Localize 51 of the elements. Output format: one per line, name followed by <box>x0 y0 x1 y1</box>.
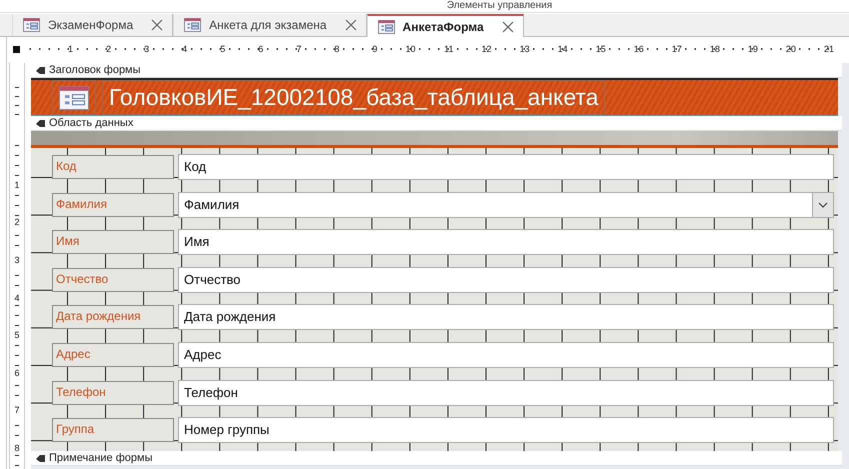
close-icon[interactable] <box>502 20 514 32</box>
text-box[interactable]: Адрес <box>178 342 834 368</box>
form-icon <box>184 18 202 32</box>
ruler-mark: 10 <box>404 44 416 54</box>
text-box[interactable]: Номер группы <box>178 417 834 444</box>
text-box[interactable]: Имя <box>178 229 834 256</box>
document-tab[interactable]: Анкета для экзамена <box>173 14 367 36</box>
ruler-mark: 1 <box>67 44 74 54</box>
section-marker-icon <box>35 66 46 74</box>
select-form-box[interactable] <box>13 46 20 52</box>
ruler-mark: 13 <box>518 44 530 54</box>
chevron-down-icon <box>818 202 828 208</box>
section-marker-icon <box>35 454 46 462</box>
section-bar[interactable]: Заголовок формы <box>31 63 842 78</box>
form-icon <box>59 86 89 110</box>
ruler-mark: 11 <box>443 44 454 54</box>
text-box[interactable]: Дата рождения <box>178 304 834 330</box>
form-logo[interactable] <box>52 80 96 115</box>
close-icon[interactable] <box>151 19 164 31</box>
form-icon <box>23 18 40 32</box>
ruler-mark: 18 <box>708 44 720 54</box>
section-bar[interactable]: Примечание формы <box>31 451 842 466</box>
ruler-mark: 15 <box>594 44 606 54</box>
ruler-mark: 7 <box>295 44 302 54</box>
ruler-mark: 6 <box>257 44 264 54</box>
form-icon <box>378 20 395 34</box>
document-tab[interactable]: АнкетаФорма <box>366 14 524 37</box>
section-marker-icon <box>35 118 46 128</box>
close-icon[interactable] <box>344 19 357 31</box>
ruler-mark: 19 <box>746 44 758 54</box>
ruler-mark: 5 <box>219 44 226 54</box>
ruler-mark: 8 <box>333 44 340 54</box>
ruler-mark: 3 <box>143 44 150 54</box>
ruler-mark: 2 <box>105 44 112 54</box>
text-box[interactable]: Телефон <box>178 380 834 406</box>
ruler-mark: 21 <box>822 44 834 54</box>
combo-box[interactable]: Фамилия <box>178 192 834 218</box>
ribbon-group-title: Элементы управления <box>446 0 552 12</box>
document-tab[interactable]: ЭкзаменФорма <box>12 14 174 36</box>
dropdown-button[interactable] <box>812 192 833 217</box>
form-title-label[interactable]: ГоловковИЕ_12002108_база_таблица_анкета <box>102 80 606 115</box>
ruler-mark: 4 <box>181 44 188 54</box>
text-box[interactable]: Код <box>178 154 834 180</box>
text-box[interactable]: Отчество <box>178 266 834 293</box>
ruler-mark: 9 <box>371 44 378 54</box>
ruler-mark: 12 <box>480 44 492 54</box>
ruler-mark: 16 <box>632 44 644 54</box>
ruler-mark: 14 <box>556 44 568 54</box>
ruler-mark: 17 <box>670 44 682 54</box>
ruler-mark: 20 <box>784 44 796 54</box>
section-bar[interactable]: Область данных <box>31 116 842 131</box>
